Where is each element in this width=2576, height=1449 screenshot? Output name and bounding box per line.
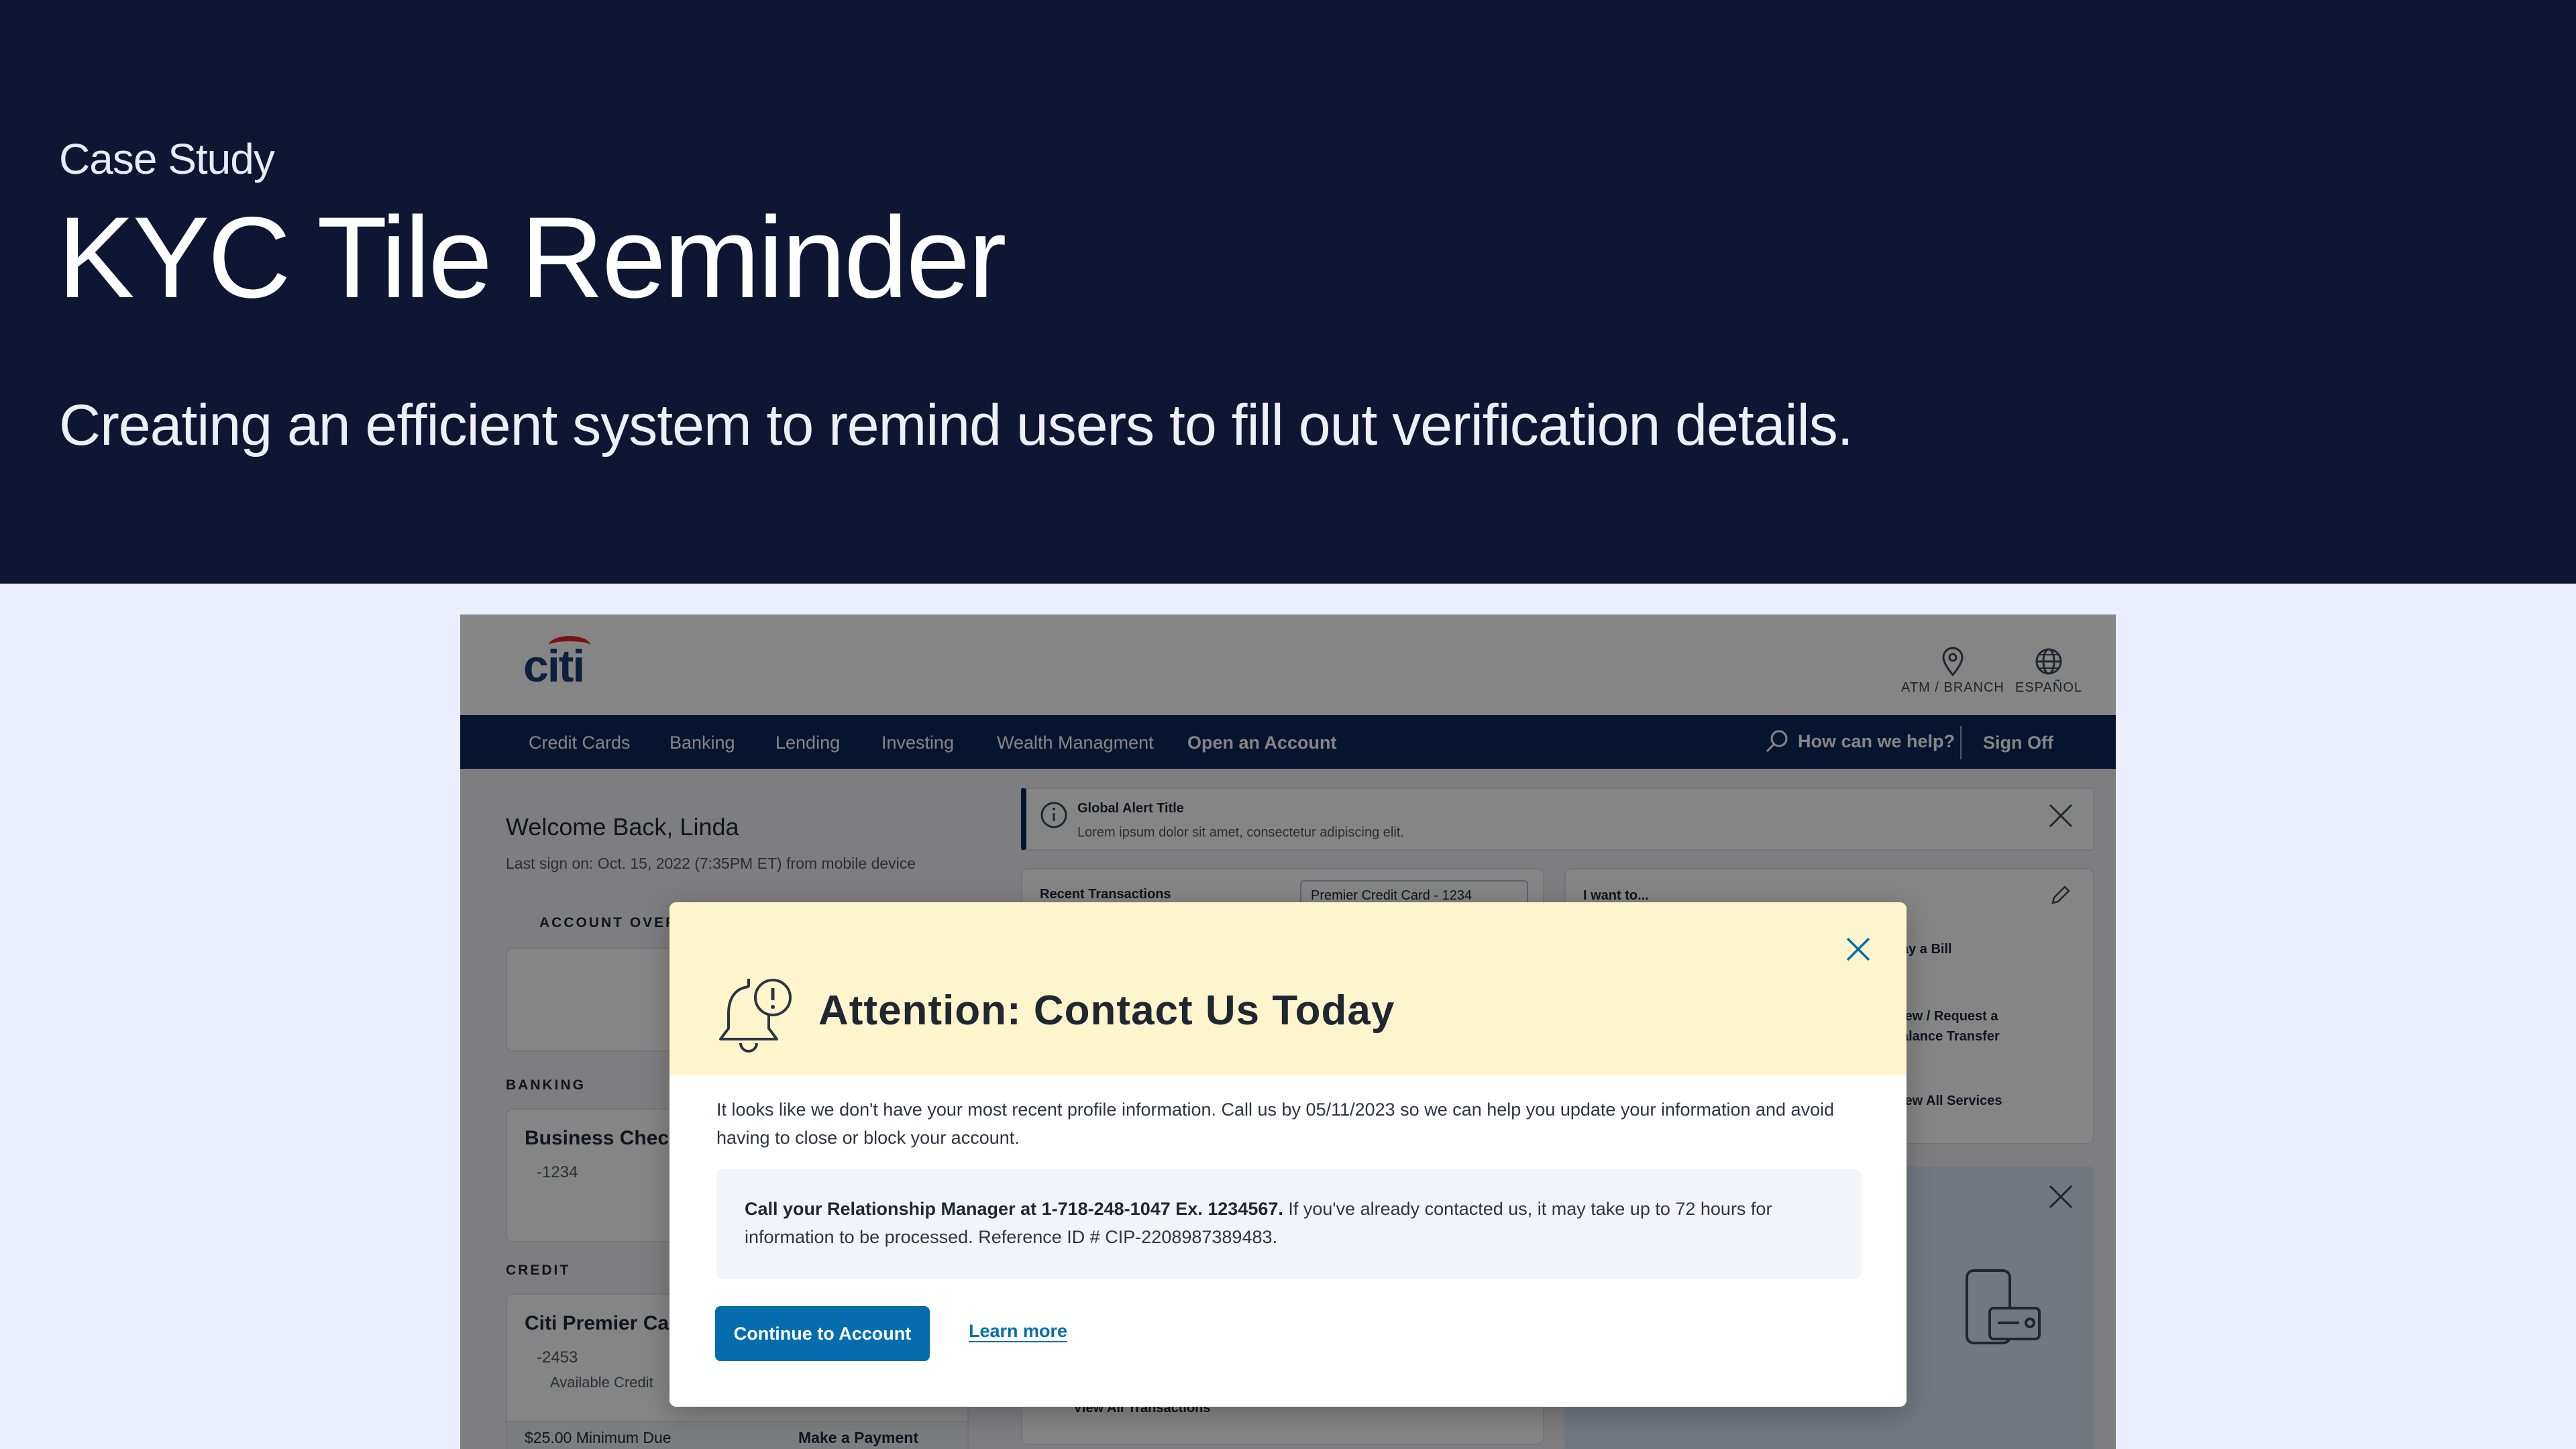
hero-subtitle: Creating an efficient system to remind u…: [59, 393, 1854, 458]
callout-bold: Call your Relationship Manager at 1-718-…: [745, 1199, 1283, 1219]
modal-body-text: It looks like we don't have your most re…: [716, 1099, 1835, 1148]
hero-banner: Case Study KYC Tile Reminder Creating an…: [0, 0, 2576, 584]
relationship-manager-callout: Call your Relationship Manager at 1-718-…: [716, 1169, 1861, 1279]
modal-header: Attention: Contact Us Today: [669, 902, 1907, 1075]
continue-to-account-button[interactable]: Continue to Account: [715, 1306, 930, 1361]
bell-alert-icon: [719, 979, 792, 1053]
kyc-reminder-modal: Attention: Contact Us Today It looks lik…: [669, 902, 1907, 1407]
hero-title: KYC Tile Reminder: [58, 193, 1007, 322]
close-icon[interactable]: [1843, 934, 1873, 964]
hero-eyebrow: Case Study: [59, 135, 275, 183]
modal-title: Attention: Contact Us Today: [818, 987, 1395, 1034]
learn-more-link[interactable]: Learn more: [969, 1321, 1067, 1342]
